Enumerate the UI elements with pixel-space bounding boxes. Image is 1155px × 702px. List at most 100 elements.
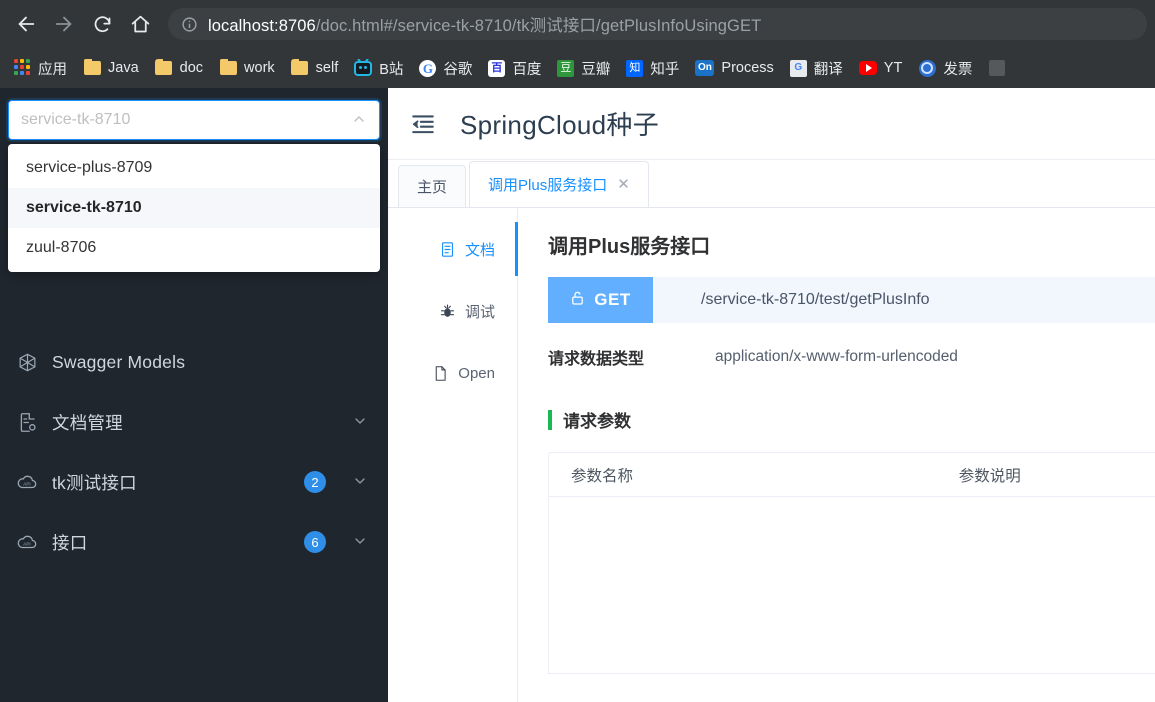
app-body: service-tk-8710 service-plus-8709 servic…: [0, 88, 1155, 702]
url-host: localhost:8706: [208, 17, 316, 35]
service-option-service-plus-8709[interactable]: service-plus-8709: [8, 148, 380, 188]
sidebar-item-label: tk测试接口: [52, 472, 137, 493]
chevron-down-icon[interactable]: [352, 473, 368, 491]
unlock-icon: [570, 290, 585, 311]
bookmark-youtube[interactable]: YT: [852, 55, 910, 81]
bilibili-icon: [354, 59, 373, 77]
browser-nav-bar: localhost:8706/doc.html#/service-tk-8710…: [0, 0, 1155, 48]
bookmark-bilibili[interactable]: B站: [347, 54, 410, 83]
sidebar-item-label: Swagger Models: [52, 351, 186, 372]
bookmark-fapiao[interactable]: 发票: [911, 54, 979, 83]
models-cube-icon: [16, 351, 38, 373]
reload-icon[interactable]: [84, 6, 120, 42]
service-select-value: service-tk-8710: [21, 111, 131, 128]
sidebar-item-badge: 2: [304, 471, 326, 493]
bookmark-baidu[interactable]: 百 百度: [481, 54, 548, 83]
params-table-body: [549, 497, 1155, 673]
bookmark-douban[interactable]: 豆 豆瓣: [550, 54, 617, 83]
cloud-api-icon: API: [16, 471, 38, 493]
bookmark-label: Java: [108, 60, 139, 76]
bookmark-process[interactable]: On Process: [688, 56, 780, 80]
app-header: SpringCloud种子: [388, 88, 1155, 160]
url-path: /doc.html#/service-tk-8710/tk测试接口/getPlu…: [315, 17, 762, 35]
page-title: SpringCloud种子: [460, 110, 659, 140]
api-title: 调用Plus服务接口: [548, 236, 711, 258]
http-method-label: GET: [594, 290, 631, 309]
params-table-header: 参数名称 参数说明: [549, 453, 1155, 497]
menu-fold-icon[interactable]: [410, 111, 436, 137]
cloud-api-icon: API: [16, 531, 38, 553]
svg-text:API: API: [23, 542, 30, 547]
service-select-input[interactable]: service-tk-8710: [8, 100, 380, 140]
sidebar-item-tk-test-api[interactable]: API tk测试接口 2: [2, 452, 386, 512]
tab-open[interactable]: Open: [388, 342, 517, 404]
bookmark-java[interactable]: Java: [76, 55, 146, 81]
bookmark-label: 应用: [38, 61, 67, 78]
sidebar-item-swagger-models[interactable]: Swagger Models: [2, 332, 386, 392]
service-option-service-tk-8710[interactable]: service-tk-8710: [8, 188, 380, 228]
section-accent-bar: [548, 409, 552, 430]
bookmark-label: YT: [883, 60, 903, 76]
service-selector: service-tk-8710 service-plus-8709 servic…: [8, 100, 380, 272]
doc-pane: 调用Plus服务接口 GET /service-tk-8710/test/get…: [518, 208, 1155, 702]
home-icon[interactable]: [122, 6, 158, 42]
bookmark-label: work: [244, 60, 275, 76]
folder-icon: [155, 59, 173, 77]
service-dropdown-list: service-plus-8709 service-tk-8710 zuul-8…: [8, 144, 380, 272]
douban-icon: 豆: [557, 59, 575, 77]
sidebar-menu: Swagger Models 文档管理 API tk测试接口 2 API 接口 …: [0, 332, 388, 572]
google-translate-icon: G: [789, 59, 807, 77]
info-circle-icon[interactable]: [180, 15, 198, 33]
svg-text:API: API: [23, 482, 30, 487]
bookmark-work[interactable]: work: [212, 55, 282, 81]
bookmark-label: 知乎: [650, 61, 680, 78]
document-icon: [439, 241, 456, 258]
close-icon[interactable]: ✕: [617, 177, 630, 192]
api-url-row: GET /service-tk-8710/test/getPlusInfo: [548, 277, 1155, 323]
omnibox[interactable]: localhost:8706/doc.html#/service-tk-8710…: [168, 8, 1147, 40]
chevron-down-icon[interactable]: [352, 413, 368, 431]
column-header-param-name: 参数名称: [571, 467, 634, 485]
content-type-row: 请求数据类型 application/x-www-form-urlencoded: [548, 345, 1155, 369]
bookmark-translate[interactable]: G 翻译: [783, 54, 850, 83]
fapiao-search-icon: [918, 59, 936, 77]
bookmark-zhihu[interactable]: 知 知乎: [619, 54, 686, 83]
tab-home[interactable]: 主页: [398, 165, 467, 207]
api-path: /service-tk-8710/test/getPlusInfo: [701, 291, 930, 308]
vtab-label: 调试: [464, 303, 495, 321]
clipped-bookmark-icon: [988, 59, 1006, 77]
bookmark-clipped[interactable]: [981, 55, 1013, 81]
sidebar-item-api[interactable]: API 接口 6: [2, 512, 386, 572]
apps-grid-icon: [13, 59, 31, 77]
zhihu-icon: 知: [626, 59, 644, 77]
bookmark-apps[interactable]: 应用: [6, 54, 74, 83]
sidebar-item-label: 文档管理: [52, 412, 123, 433]
chevron-up-icon[interactable]: [351, 111, 367, 129]
bookmark-doc[interactable]: doc: [148, 55, 210, 81]
params-section-title: 请求参数: [563, 412, 631, 431]
chevron-down-icon[interactable]: [352, 533, 368, 551]
doc-settings-icon: [16, 411, 38, 433]
back-arrow-icon[interactable]: [8, 6, 44, 42]
bookmark-label: 豆瓣: [581, 61, 611, 78]
bug-icon: [439, 303, 456, 320]
url-text: localhost:8706/doc.html#/service-tk-8710…: [208, 12, 761, 36]
sidebar-item-doc-management[interactable]: 文档管理: [2, 392, 386, 452]
vtab-label: 文档: [464, 241, 495, 259]
bookmark-google[interactable]: G 谷歌: [412, 54, 479, 83]
folder-icon: [83, 59, 101, 77]
forward-arrow-icon[interactable]: [46, 6, 82, 42]
folder-icon: [219, 59, 237, 77]
file-icon: [432, 365, 449, 382]
bookmark-label: B站: [379, 61, 404, 78]
google-icon: G: [419, 59, 437, 77]
bookmark-self[interactable]: self: [284, 55, 346, 81]
folder-icon: [291, 59, 309, 77]
service-option-zuul-8706[interactable]: zuul-8706: [8, 228, 380, 268]
vtab-label: Open: [458, 364, 495, 382]
tab-debug[interactable]: 调试: [388, 280, 517, 342]
bookmark-label: 翻译: [813, 61, 843, 78]
http-method-badge[interactable]: GET: [548, 277, 653, 323]
tab-document[interactable]: 文档: [388, 218, 518, 280]
tab-call-plus-service-api[interactable]: 调用Plus服务接口 ✕: [469, 161, 649, 207]
